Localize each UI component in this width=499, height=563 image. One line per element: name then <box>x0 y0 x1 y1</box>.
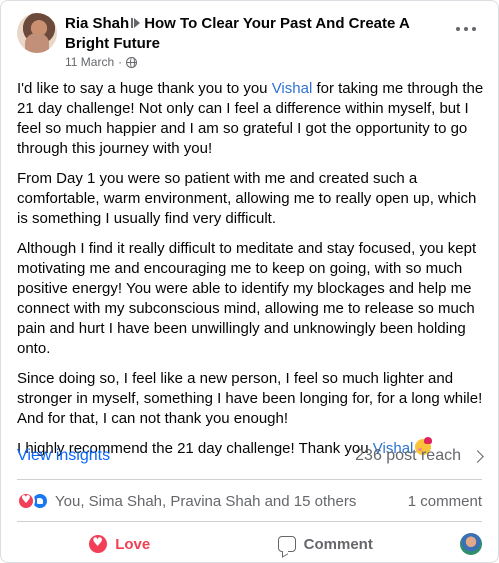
post-date[interactable]: 11 March <box>65 54 114 70</box>
love-reaction-icon <box>17 492 35 510</box>
insights-row: View insights 236 post reach <box>17 444 484 468</box>
post-meta: 11 March · <box>65 54 138 70</box>
divider-top <box>17 479 482 480</box>
globe-icon[interactable] <box>126 56 138 68</box>
post-header: Ria Shah How To Clear Your Past And Creat… <box>17 13 482 69</box>
author-name[interactable]: Ria Shah <box>65 15 129 32</box>
paragraph-3: Although I find it really difficult to m… <box>17 240 477 357</box>
post-card: Ria Shah How To Clear Your Past And Creat… <box>0 0 499 563</box>
comment-button[interactable]: Comment <box>223 536 429 553</box>
paragraph-1-start: I'd like to say a huge thank you to you <box>17 80 272 97</box>
love-label: Love <box>115 535 151 553</box>
comment-count[interactable]: 1 comment <box>408 493 482 510</box>
post-title: Ria Shah How To Clear Your Past And Creat… <box>65 14 445 54</box>
paragraph-1: I'd like to say a huge thank you to you … <box>17 79 489 159</box>
love-button[interactable]: Love <box>17 535 223 553</box>
paragraph-2: From Day 1 you were so patient with me a… <box>17 170 477 227</box>
profile-avatar-selector[interactable] <box>460 533 482 555</box>
comment-label: Comment <box>303 535 373 553</box>
post-body: I'd like to say a huge thank you to you … <box>17 79 489 469</box>
meta-separator: · <box>118 55 123 69</box>
author-avatar[interactable] <box>17 13 57 53</box>
actions-row: Love Comment <box>17 530 482 558</box>
avatar-figure <box>25 33 49 53</box>
heart-icon <box>89 535 108 553</box>
reactions-row: You, Sima Shah, Pravina Shah and 15 othe… <box>17 490 482 512</box>
paragraph-4: Since doing so, I feel like a new person… <box>17 370 483 427</box>
post-reach[interactable]: 236 post reach <box>355 447 484 465</box>
reactors-names: You, Sima Shah, Pravina Shah and 15 othe… <box>55 492 357 510</box>
reaction-icons <box>17 492 49 510</box>
reactions-summary[interactable]: You, Sima Shah, Pravina Shah and 15 othe… <box>17 492 356 510</box>
more-options-icon[interactable] <box>456 25 476 33</box>
play-arrow-icon <box>131 18 141 28</box>
post-reach-text: 236 post reach <box>355 447 461 464</box>
view-insights-link[interactable]: View insights <box>17 447 110 465</box>
mention-vishal[interactable]: Vishal <box>272 80 313 97</box>
divider-bottom <box>17 521 482 522</box>
comment-icon <box>277 536 296 552</box>
chevron-right-icon <box>471 449 484 463</box>
